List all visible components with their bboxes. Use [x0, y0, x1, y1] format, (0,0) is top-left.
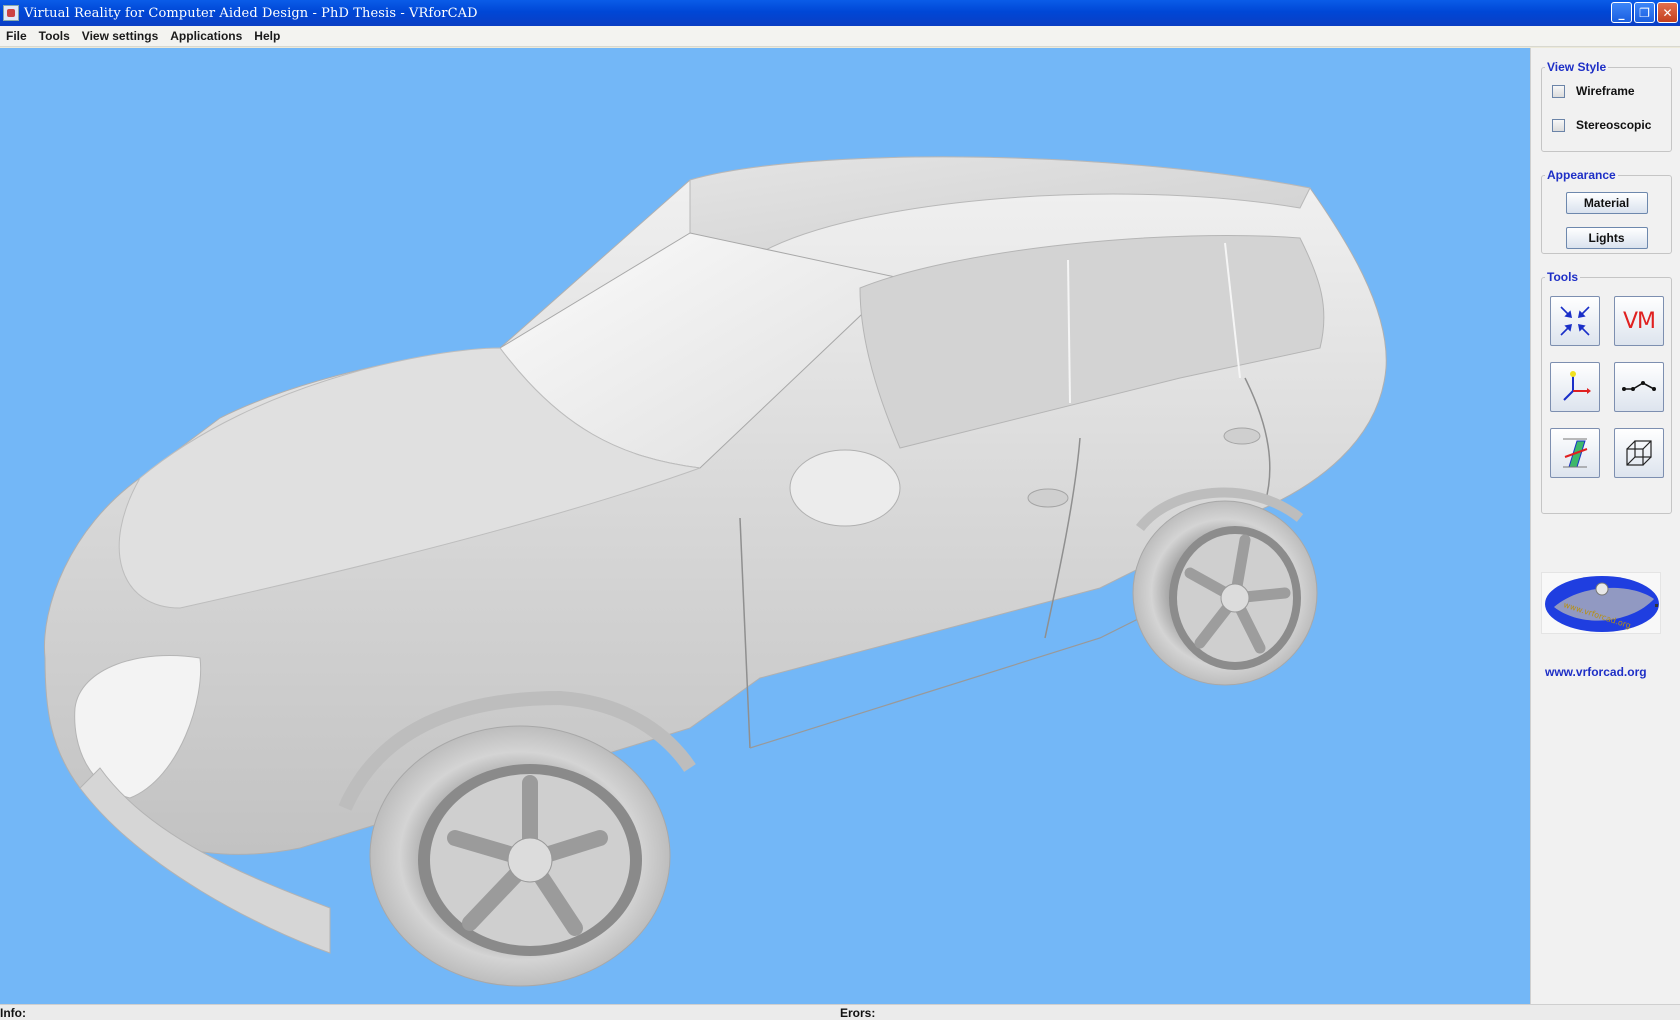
fit-view-button[interactable] — [1550, 296, 1600, 346]
menu-tools[interactable]: Tools — [33, 29, 76, 43]
3d-viewport[interactable] — [0, 48, 1530, 1004]
title-bar: Virtual Reality for Computer Aided Desig… — [0, 0, 1680, 26]
close-icon[interactable]: ✕ — [1657, 2, 1678, 23]
menu-file[interactable]: File — [0, 29, 33, 43]
appearance-legend: Appearance — [1547, 168, 1616, 182]
wireframe-label: Wireframe — [1576, 84, 1635, 98]
status-bar: Info: Erors: — [0, 1004, 1680, 1020]
stereoscopic-label: Stereoscopic — [1576, 118, 1652, 132]
view-style-group: View Style Wireframe Stereoscopic — [1541, 60, 1672, 152]
website-link[interactable]: www.vrforcad.org — [1545, 665, 1647, 679]
restore-icon[interactable]: ❐ — [1634, 2, 1655, 23]
fit-view-icon — [1560, 306, 1590, 336]
logo-dot — [1655, 604, 1658, 607]
side-panel: View Style Wireframe Stereoscopic Appear… — [1530, 48, 1680, 1004]
menu-bar: File Tools View settings Applications He… — [0, 26, 1680, 47]
info-label: Info: — [0, 1006, 26, 1020]
tools-group: Tools VM — [1541, 270, 1672, 514]
measure-line-button[interactable] — [1614, 362, 1664, 412]
vrforcad-logo: www.vrforcad.org — [1541, 572, 1661, 634]
window-title: Virtual Reality for Computer Aided Desig… — [24, 5, 478, 21]
tools-grid: VM — [1542, 284, 1671, 492]
window-controls: _ ❐ ✕ — [1611, 2, 1678, 23]
errors-label: Erors: — [840, 1006, 876, 1020]
bounding-box-button[interactable] — [1614, 428, 1664, 478]
appearance-group: Appearance Material Lights — [1541, 168, 1672, 254]
wireframe-option[interactable]: Wireframe — [1542, 74, 1671, 108]
bounding-box-icon — [1626, 440, 1652, 466]
axes-button[interactable] — [1550, 362, 1600, 412]
wireframe-checkbox[interactable] — [1552, 84, 1565, 98]
section-plane-icon — [1563, 438, 1588, 468]
vm-button[interactable]: VM — [1614, 296, 1664, 346]
lights-button[interactable]: Lights — [1565, 227, 1648, 249]
car-model — [43, 156, 1387, 987]
material-button[interactable]: Material — [1565, 192, 1648, 214]
vm-icon: VM — [1622, 308, 1656, 334]
minimize-icon[interactable]: _ — [1611, 2, 1632, 23]
stereoscopic-checkbox[interactable] — [1552, 118, 1565, 132]
axes-icon — [1563, 371, 1591, 401]
stereoscopic-option[interactable]: Stereoscopic — [1542, 108, 1671, 142]
tools-legend: Tools — [1547, 270, 1579, 284]
java-app-icon — [3, 5, 19, 21]
measure-line-icon — [1622, 381, 1656, 391]
section-plane-button[interactable] — [1550, 428, 1600, 478]
menu-help[interactable]: Help — [248, 29, 286, 43]
menu-view-settings[interactable]: View settings — [76, 29, 164, 43]
view-style-legend: View Style — [1547, 60, 1607, 74]
menu-applications[interactable]: Applications — [164, 29, 248, 43]
